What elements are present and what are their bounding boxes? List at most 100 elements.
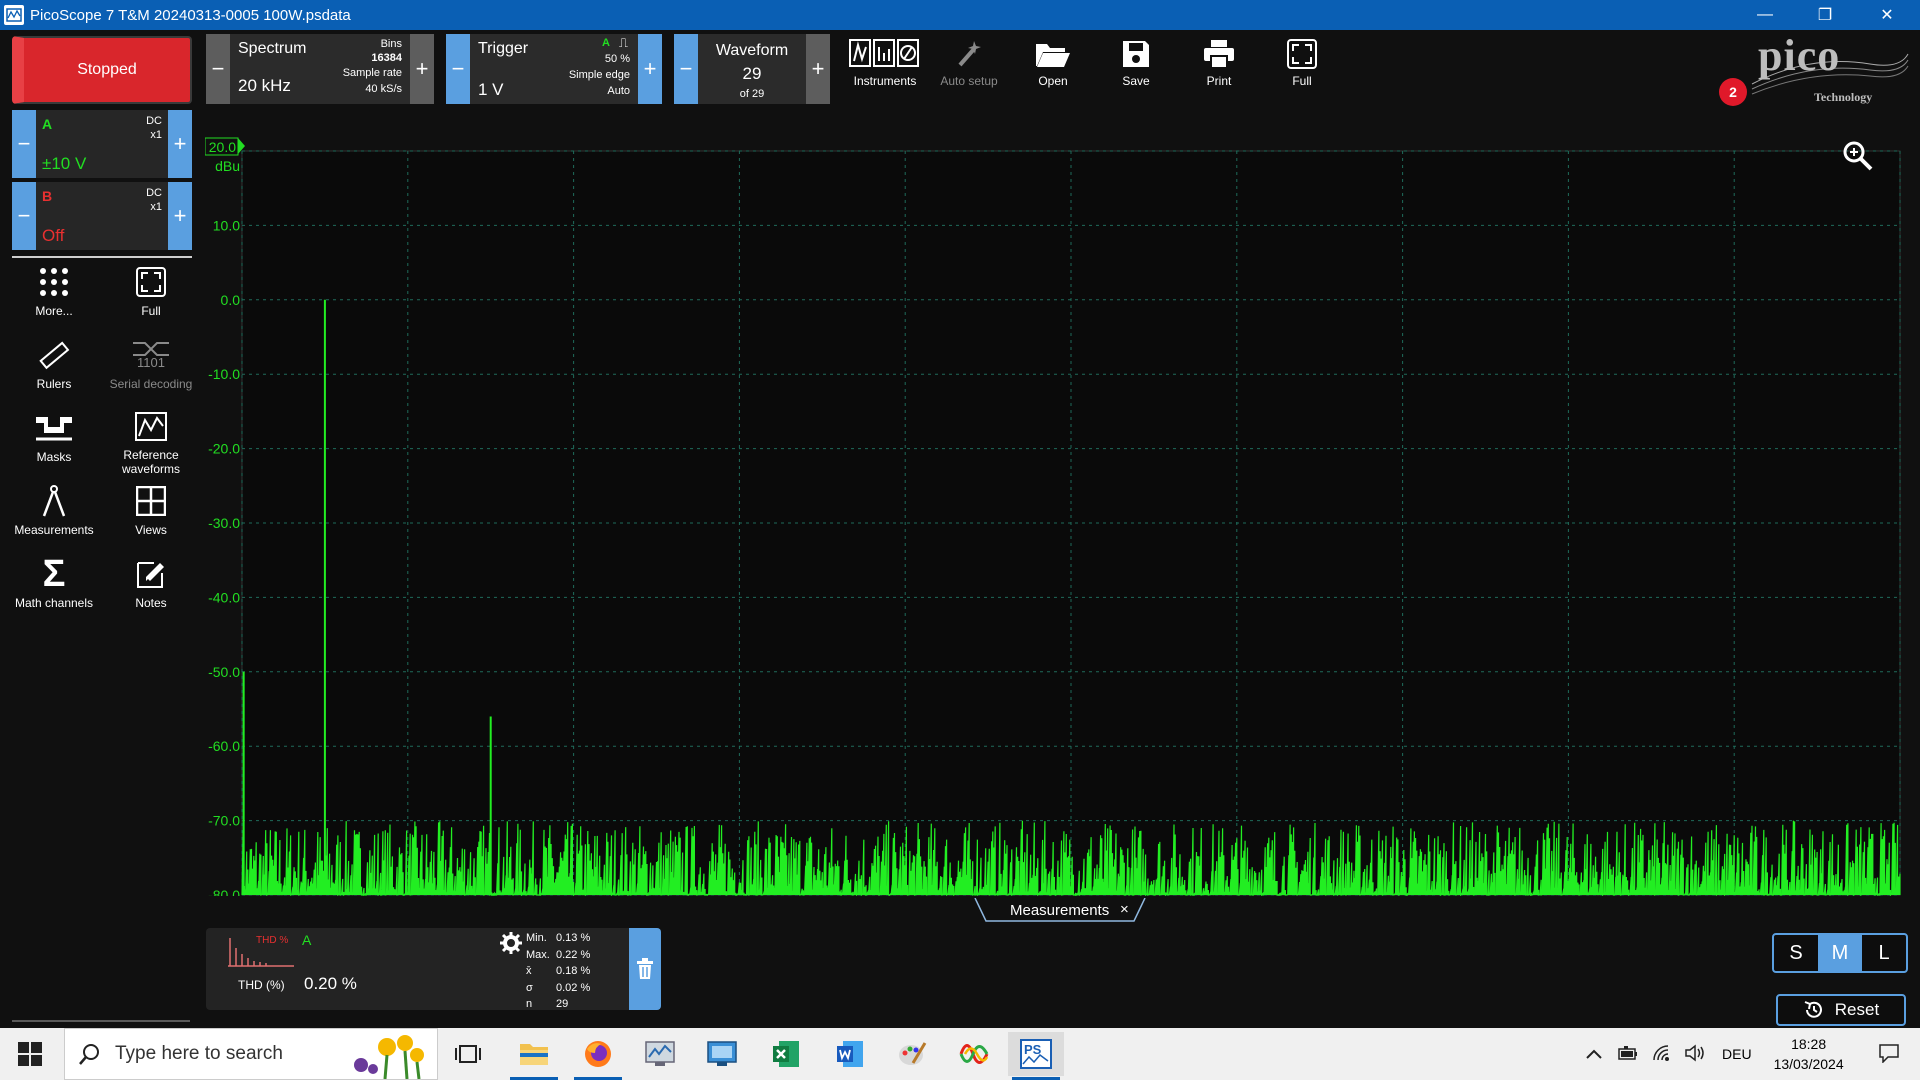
save-label: Save — [1122, 74, 1150, 88]
taskbar-file-explorer[interactable] — [506, 1032, 562, 1080]
stat-min: Min. 0.13 % — [526, 932, 591, 944]
spectrum-decrease-button[interactable]: − — [206, 34, 230, 104]
channel-b-decrease-button[interactable]: − — [12, 182, 36, 250]
save-button[interactable]: Save — [1099, 34, 1173, 104]
channel-a-increase-button[interactable]: + — [168, 110, 192, 178]
full-screen-button[interactable]: Full — [1265, 34, 1339, 104]
channel-b-increase-button[interactable]: + — [168, 182, 192, 250]
spectrum-range-value: 20 kHz — [238, 76, 291, 95]
channel-a-range[interactable]: ±10 V — [42, 154, 86, 174]
notes-button[interactable]: Notes — [103, 552, 199, 622]
reference-waveforms-button[interactable]: Reference waveforms — [103, 406, 199, 476]
windows-start-button[interactable] — [18, 1042, 42, 1071]
reset-label: Reset — [1834, 1000, 1880, 1019]
delete-measurement-button[interactable] — [629, 928, 661, 1010]
minimize-button[interactable]: — — [1736, 0, 1794, 30]
channel-a-decrease-button[interactable]: − — [12, 110, 36, 178]
size-medium-button[interactable]: M — [1818, 935, 1862, 971]
sample-rate-value: 40 kS/s — [365, 83, 402, 95]
instruments-button[interactable]: Instruments — [848, 34, 922, 104]
full-view-tool-button[interactable]: Full — [103, 260, 199, 330]
math-channels-label: Math channels — [14, 596, 94, 610]
measurements-tab[interactable]: Measurements × — [974, 898, 1146, 922]
sample-rate-label: Sample rate — [342, 67, 402, 79]
clock-date: 13/03/2024 — [1773, 1056, 1844, 1072]
network-wifi-icon[interactable] — [1652, 1044, 1672, 1065]
taskbar-picoscope[interactable]: PS — [1008, 1032, 1064, 1080]
size-small-button[interactable]: S — [1774, 935, 1818, 971]
taskbar-firefox[interactable] — [570, 1032, 626, 1080]
clock-time: 18:28 — [1791, 1036, 1827, 1052]
more-button[interactable]: More... — [6, 260, 102, 330]
measurements-button[interactable]: Measurements — [6, 479, 102, 549]
show-hidden-icons-chevron-up-icon[interactable] — [1586, 1046, 1602, 1062]
notification-badge[interactable]: 2 — [1719, 78, 1747, 106]
rising-edge-icon: ⎍ — [618, 35, 628, 50]
taskbar-app-monitor[interactable] — [632, 1032, 688, 1076]
measurement-statistics: Min. 0.13 % Max. 0.22 % x̄ 0.18 % σ 0.02 % n… — [526, 930, 590, 1013]
display-settings-icon — [707, 1041, 737, 1066]
channel-b-coupling-probe: DC x1 — [146, 187, 162, 213]
waveform-next-button[interactable]: + — [806, 34, 830, 104]
measurements-label: Measurements — [14, 523, 94, 537]
serial-decoding-label: Serial decoding — [109, 377, 193, 391]
auto-setup-button[interactable]: Auto setup — [932, 34, 1006, 104]
floppy-disk-icon — [1121, 34, 1151, 74]
views-button[interactable]: Views — [103, 479, 199, 549]
run-stop-button[interactable]: Stopped — [12, 36, 192, 104]
title-bar: PicoScope 7 T&M 20240313-0005 100W.psdat… — [0, 0, 1920, 30]
trigger-mode: Auto — [607, 85, 630, 97]
views-label: Views — [135, 523, 167, 537]
reset-button[interactable]: Reset — [1776, 994, 1906, 1026]
trigger-type: Simple edge — [568, 69, 630, 81]
spectrum-increase-button[interactable]: + — [410, 34, 434, 104]
taskbar-search-box[interactable]: Type here to search — [64, 1028, 438, 1080]
taskbar-paint[interactable] — [884, 1032, 940, 1076]
trigger-decrease-button[interactable]: − — [446, 34, 470, 104]
restore-button[interactable]: ❐ — [1796, 0, 1854, 30]
channel-b-name: B — [42, 188, 53, 204]
y-top-marker: 20.0 — [209, 139, 236, 155]
open-button[interactable]: Open — [1016, 34, 1090, 104]
measurement-name: THD (%) — [238, 978, 285, 992]
y-tick-label: -60.0 — [208, 738, 240, 754]
bins-value: 16384 — [371, 52, 402, 64]
window-title: PicoScope 7 T&M 20240313-0005 100W.psdat… — [30, 6, 351, 24]
measurement-channel: A — [302, 932, 312, 948]
full-label: Full — [1292, 74, 1312, 88]
y-tick-label: 10.0 — [213, 217, 240, 233]
zoom-magnifier-icon[interactable] — [1842, 140, 1874, 177]
masks-button[interactable]: Masks — [6, 406, 102, 476]
task-view-button[interactable] — [440, 1032, 496, 1076]
input-language[interactable]: DEU — [1722, 1046, 1752, 1062]
trigger-level-value: 1 V — [478, 80, 504, 99]
channel-a-coupling-probe: DC x1 — [146, 115, 162, 141]
volume-speaker-icon[interactable] — [1684, 1043, 1706, 1065]
pico-logo-text: pico — [1758, 31, 1841, 80]
notifications-chat-icon[interactable] — [1878, 1043, 1900, 1066]
stat-mean: x̄ 0.18 % — [526, 965, 591, 977]
battery-icon[interactable] — [1618, 1045, 1638, 1063]
trash-icon — [637, 958, 653, 979]
spectrum-plot[interactable]: 10.0 0.0 -10.0 -20.0 -30.0 -40.0 -50.0 -60.0 -70… — [205, 116, 1915, 896]
serial-decoding-button[interactable]: 1101 Serial decoding — [103, 333, 199, 403]
taskbar-signal-app[interactable] — [946, 1032, 1002, 1076]
taskbar-clock[interactable]: 18:28 13/03/2024 — [1774, 1034, 1844, 1074]
rulers-label: Rulers — [36, 377, 72, 391]
measurements-tab-close[interactable]: × — [1120, 901, 1129, 918]
rulers-button[interactable]: Rulers — [6, 333, 102, 403]
math-channels-button[interactable]: Σ Math channels — [6, 552, 102, 622]
close-button[interactable]: ✕ — [1858, 0, 1916, 30]
measurement-settings-gear-icon[interactable] — [500, 932, 522, 959]
channel-b-range[interactable]: Off — [42, 226, 64, 246]
run-state-label: Stopped — [77, 61, 137, 78]
thd-icon-label: THD % — [256, 935, 289, 946]
trigger-control: − Trigger 1 V A ⎍ 50 % Simple edge Auto … — [446, 34, 662, 104]
taskbar-word[interactable] — [822, 1032, 878, 1076]
taskbar-excel[interactable] — [758, 1032, 814, 1076]
taskbar-app-display[interactable] — [694, 1032, 750, 1076]
size-large-button[interactable]: L — [1862, 935, 1906, 971]
views-grid-icon — [136, 479, 166, 523]
print-button[interactable]: Print — [1182, 34, 1256, 104]
trigger-increase-button[interactable]: + — [638, 34, 662, 104]
